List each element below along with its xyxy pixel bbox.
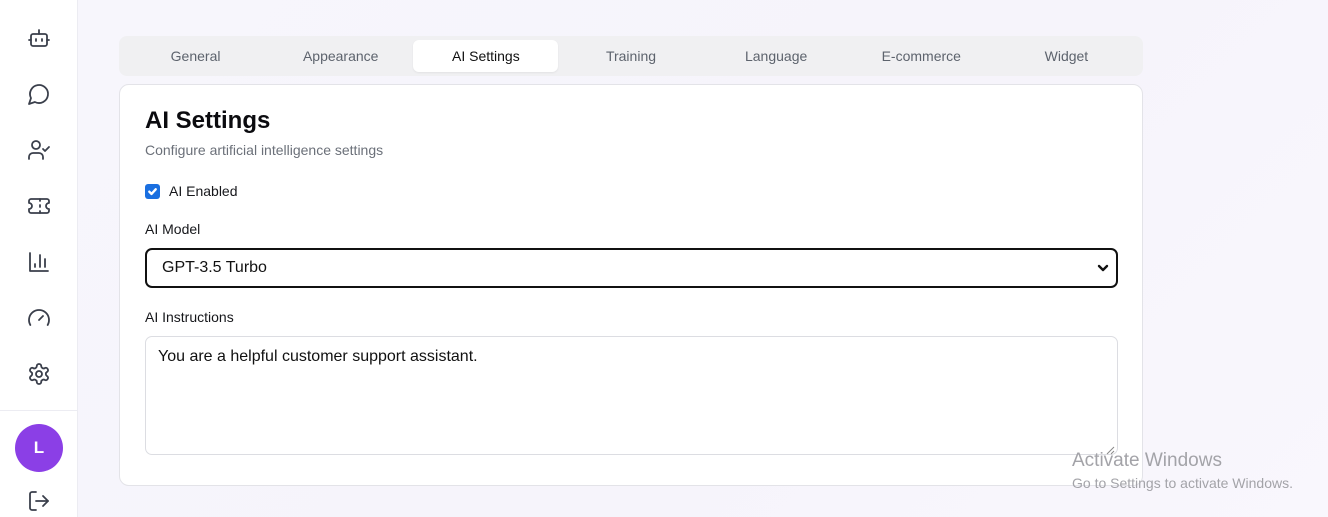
sidebar: L xyxy=(0,0,78,517)
bar-chart-icon[interactable] xyxy=(26,249,52,275)
ai-instructions-textarea[interactable]: You are a helpful customer support assis… xyxy=(145,336,1118,455)
avatar[interactable]: L xyxy=(15,424,63,472)
tab-e-commerce[interactable]: E-commerce xyxy=(849,40,994,72)
tab-language[interactable]: Language xyxy=(704,40,849,72)
gauge-icon[interactable] xyxy=(26,305,52,331)
activate-windows-title: Activate Windows xyxy=(1072,450,1222,471)
gear-icon[interactable] xyxy=(26,361,52,387)
card-title: AI Settings xyxy=(145,107,271,134)
bot-icon[interactable] xyxy=(26,25,52,51)
logout-icon[interactable] xyxy=(26,488,52,514)
tab-appearance[interactable]: Appearance xyxy=(268,40,413,72)
card-subtitle: Configure artificial intelligence settin… xyxy=(145,142,384,158)
chevron-down-icon xyxy=(1096,261,1110,275)
tab-ai-settings[interactable]: AI Settings xyxy=(413,40,559,72)
ai-enabled-label: AI Enabled xyxy=(169,183,238,199)
ai-enabled-row: AI Enabled xyxy=(145,183,238,199)
activate-windows-subtitle: Go to Settings to activate Windows. xyxy=(1072,475,1293,491)
tab-general[interactable]: General xyxy=(123,40,268,72)
tab-training[interactable]: Training xyxy=(558,40,703,72)
ai-settings-card: AI Settings Configure artificial intelli… xyxy=(119,84,1143,486)
sidebar-divider xyxy=(0,410,78,411)
tab-widget[interactable]: Widget xyxy=(994,40,1139,72)
ai-instructions-value: You are a helpful customer support assis… xyxy=(158,348,478,365)
chat-icon[interactable] xyxy=(26,81,52,107)
settings-tabs: General Appearance AI Settings Training … xyxy=(119,36,1143,76)
ai-enabled-checkbox[interactable] xyxy=(145,183,160,199)
ai-model-value: GPT-3.5 Turbo xyxy=(162,259,267,276)
ai-instructions-label: AI Instructions xyxy=(145,309,234,325)
user-check-icon[interactable] xyxy=(26,137,52,163)
check-icon xyxy=(148,187,157,195)
ai-model-label: AI Model xyxy=(145,221,201,237)
ticket-icon[interactable] xyxy=(26,193,52,219)
ai-model-select[interactable]: GPT-3.5 Turbo xyxy=(145,248,1118,288)
